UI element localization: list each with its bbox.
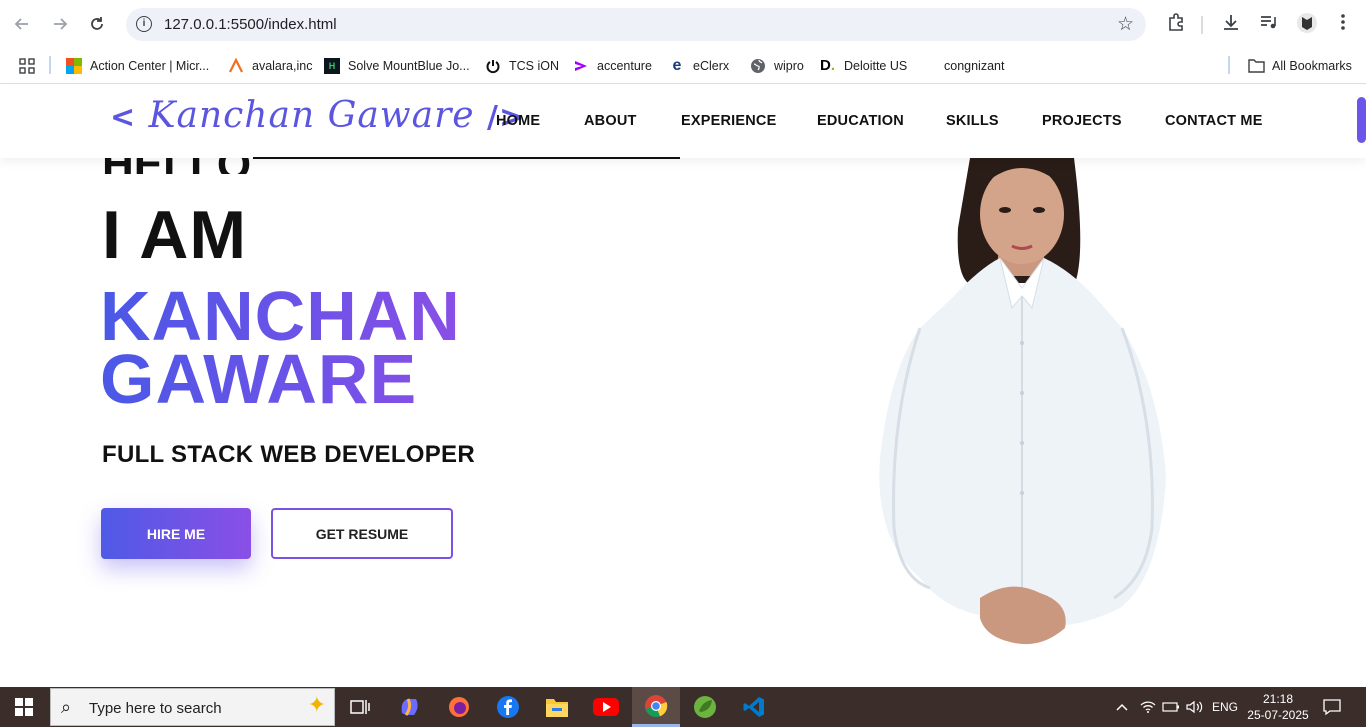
logo-open: < xyxy=(110,100,137,135)
download-icon[interactable] xyxy=(1219,12,1243,36)
extensions-icon[interactable] xyxy=(1164,12,1188,36)
bookmark-eclerx[interactable]: e eClerx xyxy=(669,55,730,77)
bookmark-label: avalara,inc xyxy=(252,59,313,73)
deloitte-icon: D. xyxy=(820,57,836,74)
media-control-icon[interactable] xyxy=(1256,12,1280,36)
bookmark-label: Deloitte US xyxy=(844,59,908,73)
avalara-icon xyxy=(228,57,244,74)
wifi-icon[interactable] xyxy=(1140,687,1156,727)
bookmark-cognizant[interactable]: congnizant xyxy=(944,55,1004,77)
hero-iam: I AM xyxy=(102,197,248,273)
url-text[interactable]: 127.0.0.1:5500/index.html xyxy=(164,16,337,33)
bookmark-tcs[interactable]: TCS iON xyxy=(485,55,559,77)
firefox-icon[interactable] xyxy=(435,687,483,727)
bookmarks-bar: Action Center | Micr... avalara,inc H So… xyxy=(0,48,1366,84)
clock-time: 21:18 xyxy=(1262,692,1294,706)
copilot-icon[interactable] xyxy=(386,687,434,727)
bookmark-label: TCS iON xyxy=(509,59,559,73)
nav-underline xyxy=(253,157,680,159)
site-navbar: < Kanchan Gaware /> HOME ABOUT EXPERIENC… xyxy=(0,85,1366,159)
eclerx-icon: e xyxy=(672,57,682,74)
bookmark-deloitte[interactable]: D. Deloitte US xyxy=(820,55,907,77)
sparkle-icon: ✦ xyxy=(307,693,326,718)
youtube-icon[interactable] xyxy=(582,687,630,727)
bookmark-label: accenture xyxy=(597,59,652,73)
accenture-icon xyxy=(573,58,589,74)
nav-home[interactable]: HOME xyxy=(496,113,540,129)
hero-name: KANCHAN GAWARE xyxy=(100,285,461,411)
all-bookmarks[interactable]: All Bookmarks xyxy=(1248,55,1352,77)
language-indicator[interactable]: ENG xyxy=(1212,687,1238,727)
toolbar-divider xyxy=(1201,16,1203,34)
back-icon[interactable] xyxy=(10,12,34,36)
clock-date: 25-07-2025 xyxy=(1247,708,1309,722)
nav-about[interactable]: ABOUT xyxy=(584,113,637,129)
tray-overflow-icon[interactable] xyxy=(1116,687,1128,727)
search-placeholder: Type here to search xyxy=(89,700,222,717)
apps-grid-icon[interactable] xyxy=(18,55,36,77)
bookmark-label: wipro xyxy=(774,59,804,73)
bookmark-divider xyxy=(49,56,51,74)
bookmark-mountblue[interactable]: H Solve MountBlue Jo... xyxy=(324,55,470,77)
hero-role: FULL STACK WEB DEVELOPER xyxy=(102,441,475,468)
bookmark-label: Solve MountBlue Jo... xyxy=(348,59,470,73)
microsoft-icon xyxy=(66,58,82,74)
hero-name-first: KANCHAN xyxy=(100,277,461,355)
bookmark-label: Action Center | Micr... xyxy=(90,59,210,73)
nav-contact[interactable]: CONTACT ME xyxy=(1165,113,1263,129)
file-explorer-icon[interactable] xyxy=(533,687,581,727)
hire-me-button[interactable]: HIRE ME xyxy=(101,508,251,559)
bookmark-accenture[interactable]: accenture xyxy=(573,55,652,77)
bookmark-label: congnizant xyxy=(944,59,1005,73)
bookmark-avalara[interactable]: avalara,inc xyxy=(228,55,312,77)
search-icon: ⌕ xyxy=(61,697,72,718)
page-scrollbar[interactable] xyxy=(1357,97,1366,143)
site-logo[interactable]: < Kanchan Gaware /> xyxy=(110,95,525,136)
bookmark-divider xyxy=(1228,56,1230,74)
get-resume-button[interactable]: GET RESUME xyxy=(271,508,453,559)
windows-taskbar: ⌕ Type here to search ✦ ENG 21:18 25-07-… xyxy=(0,687,1366,727)
profile-photo xyxy=(879,158,1166,645)
browser-toolbar: i 127.0.0.1:5500/index.html ☆ xyxy=(0,0,1366,48)
hero-name-last: GAWARE xyxy=(100,340,418,418)
nav-projects[interactable]: PROJECTS xyxy=(1042,113,1122,129)
vscode-icon[interactable] xyxy=(730,687,778,727)
volume-icon[interactable] xyxy=(1186,687,1204,727)
nav-education[interactable]: EDUCATION xyxy=(817,113,904,129)
chrome-icon[interactable] xyxy=(632,687,680,727)
nav-experience[interactable]: EXPERIENCE xyxy=(681,113,776,129)
bookmark-label: eClerx xyxy=(693,59,730,73)
site-info-icon[interactable]: i xyxy=(136,16,152,32)
reload-icon[interactable] xyxy=(85,12,109,36)
all-bookmarks-label: All Bookmarks xyxy=(1272,59,1352,73)
menu-kebab-icon[interactable] xyxy=(1331,12,1355,36)
logo-name: Kanchan Gaware xyxy=(148,95,475,136)
notification-icon[interactable] xyxy=(1322,687,1342,727)
profile-avatar[interactable] xyxy=(1295,12,1319,36)
nav-skills[interactable]: SKILLS xyxy=(946,113,999,129)
task-view-icon[interactable] xyxy=(336,687,384,727)
clock[interactable]: 21:18 25-07-2025 xyxy=(1247,687,1309,727)
taskbar-search-box[interactable]: ⌕ Type here to search ✦ xyxy=(50,688,335,726)
facebook-icon[interactable] xyxy=(484,687,532,727)
windows-start-icon[interactable] xyxy=(0,687,48,727)
bookmark-wipro[interactable]: wipro xyxy=(750,55,804,77)
bookmark-action-center[interactable]: Action Center | Micr... xyxy=(66,55,209,77)
hackerrank-icon: H xyxy=(324,58,340,74)
tcs-icon xyxy=(485,58,501,74)
address-bar[interactable]: i 127.0.0.1:5500/index.html ☆ xyxy=(126,8,1146,41)
spring-tool-icon[interactable] xyxy=(681,687,729,727)
battery-icon[interactable] xyxy=(1162,687,1180,727)
folder-icon xyxy=(1248,58,1265,74)
globe-icon xyxy=(750,58,766,74)
bookmark-star-icon[interactable]: ☆ xyxy=(1117,13,1134,35)
forward-icon[interactable] xyxy=(48,12,72,36)
